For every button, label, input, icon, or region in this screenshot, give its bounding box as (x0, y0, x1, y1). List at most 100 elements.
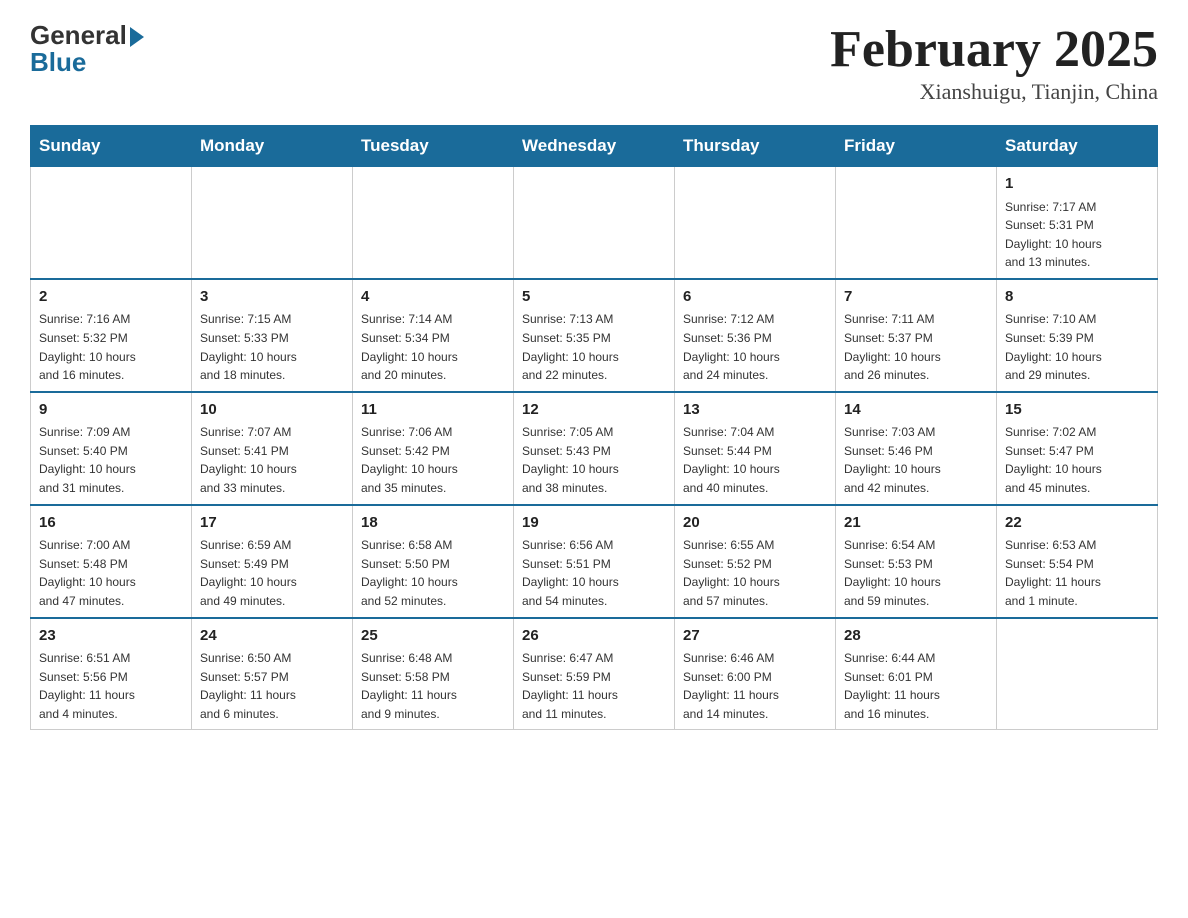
day-info: Sunrise: 7:04 AM Sunset: 5:44 PM Dayligh… (683, 423, 827, 497)
calendar-day-cell: 14Sunrise: 7:03 AM Sunset: 5:46 PM Dayli… (836, 392, 997, 505)
calendar-week-row: 23Sunrise: 6:51 AM Sunset: 5:56 PM Dayli… (31, 618, 1158, 730)
day-number: 7 (844, 286, 988, 309)
calendar-table: SundayMondayTuesdayWednesdayThursdayFrid… (30, 125, 1158, 730)
day-info: Sunrise: 7:12 AM Sunset: 5:36 PM Dayligh… (683, 310, 827, 384)
day-info: Sunrise: 7:07 AM Sunset: 5:41 PM Dayligh… (200, 423, 344, 497)
logo-arrow-icon (130, 27, 144, 47)
day-number: 12 (522, 399, 666, 422)
calendar-week-row: 16Sunrise: 7:00 AM Sunset: 5:48 PM Dayli… (31, 505, 1158, 618)
day-info: Sunrise: 6:55 AM Sunset: 5:52 PM Dayligh… (683, 536, 827, 610)
calendar-week-row: 9Sunrise: 7:09 AM Sunset: 5:40 PM Daylig… (31, 392, 1158, 505)
day-info: Sunrise: 7:00 AM Sunset: 5:48 PM Dayligh… (39, 536, 183, 610)
day-info: Sunrise: 6:54 AM Sunset: 5:53 PM Dayligh… (844, 536, 988, 610)
day-of-week-header: Sunday (31, 126, 192, 167)
day-number: 3 (200, 286, 344, 309)
calendar-day-cell: 3Sunrise: 7:15 AM Sunset: 5:33 PM Daylig… (192, 279, 353, 392)
calendar-day-cell: 17Sunrise: 6:59 AM Sunset: 5:49 PM Dayli… (192, 505, 353, 618)
calendar-day-cell (353, 167, 514, 279)
calendar-day-cell: 23Sunrise: 6:51 AM Sunset: 5:56 PM Dayli… (31, 618, 192, 730)
day-info: Sunrise: 7:16 AM Sunset: 5:32 PM Dayligh… (39, 310, 183, 384)
calendar-day-cell: 16Sunrise: 7:00 AM Sunset: 5:48 PM Dayli… (31, 505, 192, 618)
day-number: 19 (522, 512, 666, 535)
calendar-day-cell: 6Sunrise: 7:12 AM Sunset: 5:36 PM Daylig… (675, 279, 836, 392)
day-of-week-header: Wednesday (514, 126, 675, 167)
day-number: 1 (1005, 173, 1149, 196)
calendar-day-cell (836, 167, 997, 279)
calendar-day-cell: 12Sunrise: 7:05 AM Sunset: 5:43 PM Dayli… (514, 392, 675, 505)
day-number: 21 (844, 512, 988, 535)
day-number: 23 (39, 625, 183, 648)
day-number: 26 (522, 625, 666, 648)
calendar-day-cell: 4Sunrise: 7:14 AM Sunset: 5:34 PM Daylig… (353, 279, 514, 392)
day-info: Sunrise: 7:06 AM Sunset: 5:42 PM Dayligh… (361, 423, 505, 497)
calendar-day-cell (675, 167, 836, 279)
calendar-day-cell: 8Sunrise: 7:10 AM Sunset: 5:39 PM Daylig… (997, 279, 1158, 392)
day-of-week-header: Tuesday (353, 126, 514, 167)
calendar-day-cell (31, 167, 192, 279)
calendar-day-cell: 10Sunrise: 7:07 AM Sunset: 5:41 PM Dayli… (192, 392, 353, 505)
day-number: 6 (683, 286, 827, 309)
calendar-day-cell: 22Sunrise: 6:53 AM Sunset: 5:54 PM Dayli… (997, 505, 1158, 618)
calendar-day-cell: 15Sunrise: 7:02 AM Sunset: 5:47 PM Dayli… (997, 392, 1158, 505)
day-info: Sunrise: 6:58 AM Sunset: 5:50 PM Dayligh… (361, 536, 505, 610)
calendar-day-cell: 26Sunrise: 6:47 AM Sunset: 5:59 PM Dayli… (514, 618, 675, 730)
day-info: Sunrise: 7:17 AM Sunset: 5:31 PM Dayligh… (1005, 198, 1149, 272)
logo: General Blue (30, 20, 144, 78)
day-info: Sunrise: 6:59 AM Sunset: 5:49 PM Dayligh… (200, 536, 344, 610)
calendar-day-cell: 20Sunrise: 6:55 AM Sunset: 5:52 PM Dayli… (675, 505, 836, 618)
day-number: 2 (39, 286, 183, 309)
calendar-day-cell: 27Sunrise: 6:46 AM Sunset: 6:00 PM Dayli… (675, 618, 836, 730)
day-info: Sunrise: 6:56 AM Sunset: 5:51 PM Dayligh… (522, 536, 666, 610)
calendar-day-cell: 9Sunrise: 7:09 AM Sunset: 5:40 PM Daylig… (31, 392, 192, 505)
day-number: 15 (1005, 399, 1149, 422)
day-number: 13 (683, 399, 827, 422)
day-info: Sunrise: 6:44 AM Sunset: 6:01 PM Dayligh… (844, 649, 988, 723)
calendar-day-cell: 24Sunrise: 6:50 AM Sunset: 5:57 PM Dayli… (192, 618, 353, 730)
calendar-week-row: 2Sunrise: 7:16 AM Sunset: 5:32 PM Daylig… (31, 279, 1158, 392)
day-info: Sunrise: 7:14 AM Sunset: 5:34 PM Dayligh… (361, 310, 505, 384)
day-info: Sunrise: 7:11 AM Sunset: 5:37 PM Dayligh… (844, 310, 988, 384)
day-number: 8 (1005, 286, 1149, 309)
logo-blue-text: Blue (30, 47, 86, 78)
day-number: 28 (844, 625, 988, 648)
calendar-day-cell: 13Sunrise: 7:04 AM Sunset: 5:44 PM Dayli… (675, 392, 836, 505)
day-number: 4 (361, 286, 505, 309)
day-info: Sunrise: 6:51 AM Sunset: 5:56 PM Dayligh… (39, 649, 183, 723)
day-info: Sunrise: 6:53 AM Sunset: 5:54 PM Dayligh… (1005, 536, 1149, 610)
day-number: 25 (361, 625, 505, 648)
day-info: Sunrise: 7:13 AM Sunset: 5:35 PM Dayligh… (522, 310, 666, 384)
calendar-day-cell: 7Sunrise: 7:11 AM Sunset: 5:37 PM Daylig… (836, 279, 997, 392)
day-info: Sunrise: 6:47 AM Sunset: 5:59 PM Dayligh… (522, 649, 666, 723)
day-number: 11 (361, 399, 505, 422)
day-number: 9 (39, 399, 183, 422)
calendar-header-row: SundayMondayTuesdayWednesdayThursdayFrid… (31, 126, 1158, 167)
calendar-day-cell: 28Sunrise: 6:44 AM Sunset: 6:01 PM Dayli… (836, 618, 997, 730)
day-info: Sunrise: 6:48 AM Sunset: 5:58 PM Dayligh… (361, 649, 505, 723)
day-number: 18 (361, 512, 505, 535)
day-number: 17 (200, 512, 344, 535)
page-header: General Blue February 2025 Xianshuigu, T… (30, 20, 1158, 105)
day-of-week-header: Monday (192, 126, 353, 167)
day-info: Sunrise: 7:05 AM Sunset: 5:43 PM Dayligh… (522, 423, 666, 497)
day-of-week-header: Saturday (997, 126, 1158, 167)
calendar-week-row: 1Sunrise: 7:17 AM Sunset: 5:31 PM Daylig… (31, 167, 1158, 279)
day-number: 22 (1005, 512, 1149, 535)
day-info: Sunrise: 6:50 AM Sunset: 5:57 PM Dayligh… (200, 649, 344, 723)
day-info: Sunrise: 6:46 AM Sunset: 6:00 PM Dayligh… (683, 649, 827, 723)
calendar-day-cell: 19Sunrise: 6:56 AM Sunset: 5:51 PM Dayli… (514, 505, 675, 618)
calendar-day-cell: 25Sunrise: 6:48 AM Sunset: 5:58 PM Dayli… (353, 618, 514, 730)
day-number: 20 (683, 512, 827, 535)
calendar-day-cell: 21Sunrise: 6:54 AM Sunset: 5:53 PM Dayli… (836, 505, 997, 618)
calendar-day-cell (514, 167, 675, 279)
month-title: February 2025 (830, 20, 1158, 79)
day-info: Sunrise: 7:10 AM Sunset: 5:39 PM Dayligh… (1005, 310, 1149, 384)
calendar-day-cell: 1Sunrise: 7:17 AM Sunset: 5:31 PM Daylig… (997, 167, 1158, 279)
day-of-week-header: Thursday (675, 126, 836, 167)
day-of-week-header: Friday (836, 126, 997, 167)
day-info: Sunrise: 7:09 AM Sunset: 5:40 PM Dayligh… (39, 423, 183, 497)
calendar-day-cell: 5Sunrise: 7:13 AM Sunset: 5:35 PM Daylig… (514, 279, 675, 392)
title-block: February 2025 Xianshuigu, Tianjin, China (830, 20, 1158, 105)
calendar-day-cell (192, 167, 353, 279)
day-info: Sunrise: 7:03 AM Sunset: 5:46 PM Dayligh… (844, 423, 988, 497)
day-info: Sunrise: 7:15 AM Sunset: 5:33 PM Dayligh… (200, 310, 344, 384)
